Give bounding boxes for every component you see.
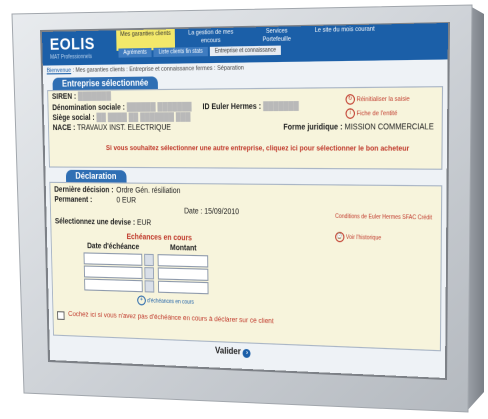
reinit-icon: ↻ [345,94,355,105]
arrow-right-icon: › [243,348,252,359]
denomination-value: ██████ ███████ [126,103,192,112]
siren-label: SIREN : [51,93,77,102]
date-value: 15/09/2010 [204,208,240,217]
valider-label: Valider [215,345,241,357]
add-echeance-icon[interactable]: + [137,295,146,306]
id-value: ███████ [263,102,299,112]
id-label: ID Euler Hermes : [202,103,262,112]
screen: EOLIS MAT Professionnels Mes garanties c… [42,22,448,378]
subnav-item-liste[interactable]: Liste clients fin stats [153,46,208,58]
calendar-icon-2[interactable] [144,267,155,280]
montant-input-3[interactable] [157,280,209,295]
date-input-2[interactable] [83,265,143,280]
montant-input-1[interactable] [157,254,209,268]
company-notice[interactable]: Si vous souhaitez sélectionner une autre… [106,144,409,153]
echeances-title: Echéances en cours [126,233,193,243]
subnav-item-entreprise[interactable]: Entreprise et connaissance [209,45,282,57]
nav-item-site[interactable]: Le site du mois courant [309,24,381,47]
date-label: Date : [184,207,203,216]
date-input-1[interactable] [83,252,143,266]
permanent-label: Permanent : [54,196,93,205]
derniere-label: Dernière décision : [54,186,114,195]
col-montant-header: Montant [169,244,197,253]
valider-button[interactable]: Valider › [215,345,252,359]
denomination-label: Dénomination sociale : [52,103,125,113]
fiche-icon: i [345,108,355,119]
historique-link[interactable]: Voir l'historique [346,234,381,242]
no-echeance-label: Cochez ici si vous n'avez pas d'échéance… [68,310,274,326]
siren-value: ███████ [77,92,112,101]
main-nav: Mes garanties clients La gestion de mes … [116,24,383,64]
company-tab: Entreprise sélectionnée [52,76,159,91]
company-panel: SIREN : ███████ Dénomination sociale : █… [47,86,444,170]
permanent-value: 0 EUR [116,196,137,205]
app-logo[interactable]: EOLIS [50,34,95,54]
conditions-link[interactable]: Conditions de Euler Hermes SFAC Crédit [335,213,432,221]
app-logo-subtitle: MAT Professionnels [50,53,93,62]
col-date-header: Date d'échéance [87,242,140,252]
reinit-link[interactable]: Réinitialiser la saisie [357,96,410,104]
add-echeance-link[interactable]: d'échéances en cours [147,298,194,306]
forme-value: MISSION COMMERCIALE [344,123,434,132]
nace-label: NACE : [52,124,76,133]
date-input-3[interactable] [84,278,143,293]
declaration-tab: Déclaration [65,169,127,183]
devise-label: Sélectionnez une devise : [54,217,136,228]
siege-label: Siège social : [52,114,95,123]
breadcrumb-home-link[interactable]: Bienvenue [47,67,72,74]
declaration-panel: Dernière décision : Ordre Gén. résiliati… [49,181,443,352]
subnav-item-agrements[interactable]: Agréments [118,47,152,58]
breadcrumb: Bienvenue : Mes garanties clients : Entr… [47,65,244,75]
derniere-value: Ordre Gén. résiliation [116,186,181,196]
historique-icon: ⌚ [335,231,345,243]
devise-value[interactable]: EUR [137,219,151,227]
nace-value: TRAVAUX INST. ELECTRIQUE [76,124,172,133]
breadcrumb-path: : Mes garanties clients : Entreprise et … [72,64,244,75]
forme-label: Forme juridique : [283,123,343,132]
montant-input-2[interactable] [157,267,209,281]
calendar-icon-3[interactable] [144,280,155,293]
calendar-icon-1[interactable] [144,253,154,267]
no-echeance-checkbox[interactable] [57,311,65,321]
monitor: EOLIS MAT Professionnels Mes garanties c… [0,0,488,419]
fiche-link[interactable]: Fiche de l'entité [357,110,398,117]
siege-value: ██ ████ ██ ███████ ███ [96,113,191,123]
